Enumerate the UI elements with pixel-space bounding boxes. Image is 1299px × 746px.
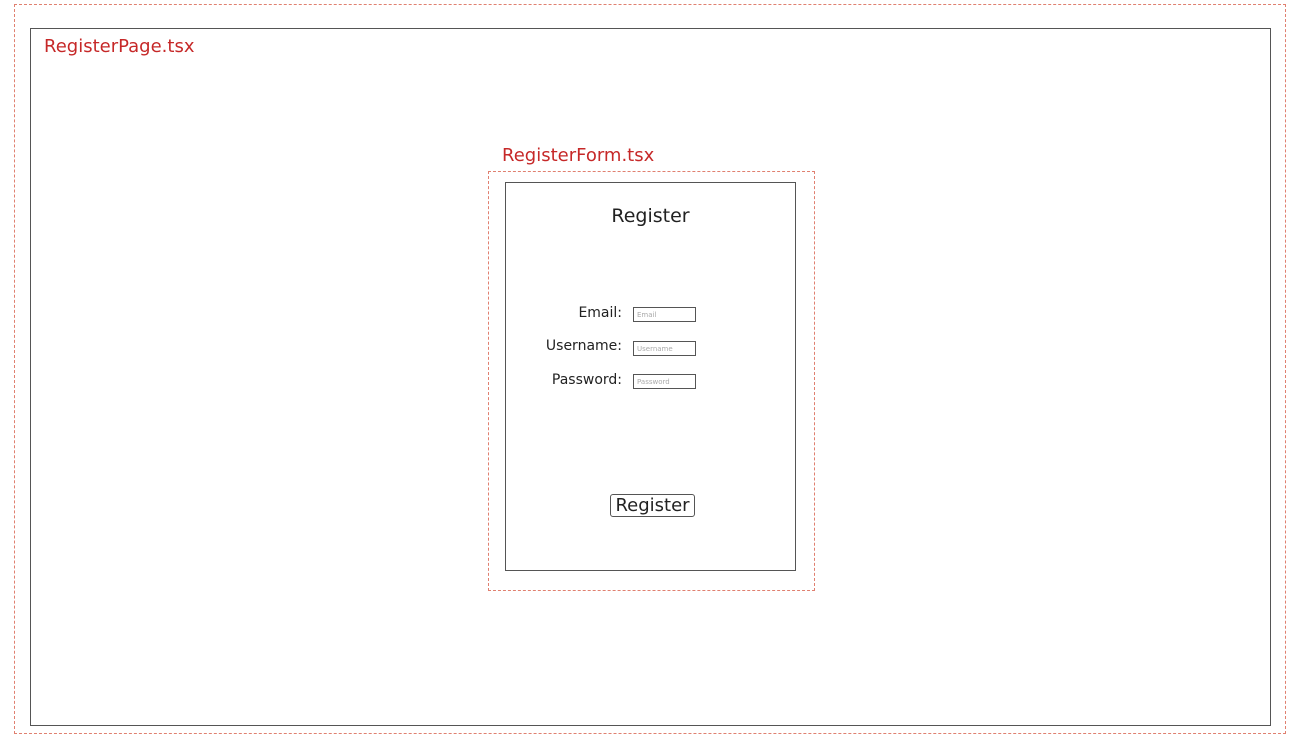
form-title: Register [611,205,690,227]
register-page-file-label: RegisterPage.tsx [44,36,195,57]
username-label: Username: [545,338,622,354]
email-field[interactable] [633,307,696,322]
register-form-file-label: RegisterForm.tsx [502,145,655,166]
register-button[interactable]: Register [610,494,695,517]
password-label: Password: [551,372,622,388]
email-label: Email: [578,305,622,321]
username-field[interactable] [633,341,696,356]
password-field[interactable] [633,374,696,389]
